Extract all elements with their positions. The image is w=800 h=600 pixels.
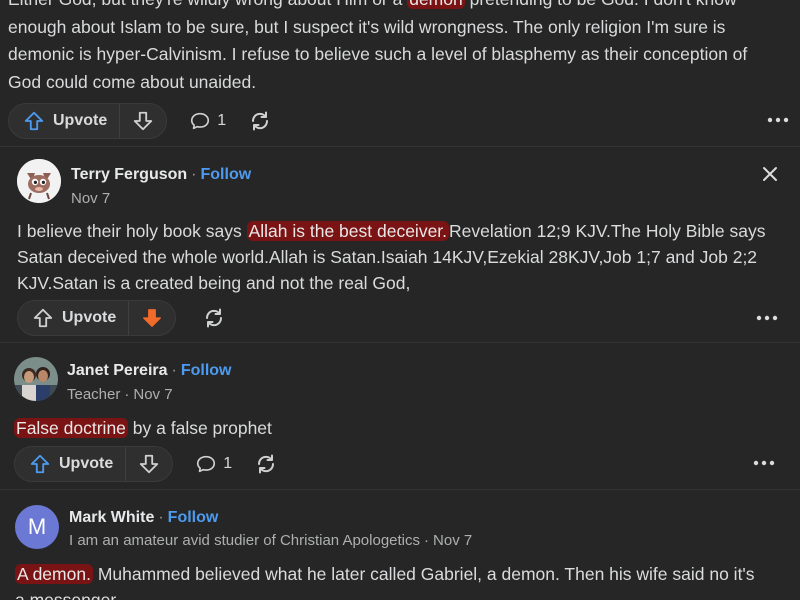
vote-pill: Upvote bbox=[17, 300, 177, 336]
downvote-button[interactable] bbox=[120, 104, 166, 138]
comment-line: Satan deceived the whole world.Allah is … bbox=[17, 247, 758, 267]
downvote-button-active[interactable] bbox=[129, 301, 175, 335]
close-icon[interactable] bbox=[760, 164, 780, 189]
comment-count: 1 bbox=[223, 455, 233, 472]
comment-meta: I am an amateur avid studier of Christia… bbox=[69, 532, 472, 549]
cartoon-cat-avatar-icon bbox=[17, 159, 61, 203]
separator-dot: · bbox=[191, 166, 197, 183]
share-cycle-icon bbox=[252, 111, 269, 131]
author-name[interactable]: Terry Ferguson bbox=[71, 166, 187, 183]
highlighted-text: demon bbox=[407, 0, 465, 9]
upvote-button[interactable]: Upvote bbox=[15, 447, 127, 481]
comment-meta: Teacher · Nov 7 bbox=[67, 386, 173, 403]
parent-line: Either God, but they're wildly wrong abo… bbox=[8, 0, 798, 14]
share-button[interactable] bbox=[248, 109, 272, 133]
avatar-letter: M bbox=[27, 514, 47, 539]
downvote-arrow-icon bbox=[134, 111, 153, 131]
author-credential: Teacher bbox=[67, 386, 121, 403]
comment-line: A demon. Muhammed believed what he later… bbox=[15, 564, 755, 584]
highlighted-text: Allah is the best deceiver. bbox=[246, 221, 450, 241]
comment-bubble-icon bbox=[197, 455, 216, 473]
upvote-label: Upvote bbox=[62, 309, 117, 326]
upvote-button[interactable]: Upvote bbox=[18, 301, 130, 335]
parent-line: enough about Islam to be sure, but I sus… bbox=[8, 16, 726, 37]
parent-line: demonic is hyper-Calvinism. I refuse to … bbox=[8, 44, 748, 64]
follow-button[interactable]: Follow bbox=[201, 166, 252, 183]
upvote-arrow-icon bbox=[24, 111, 44, 131]
downvote-arrow-filled-icon bbox=[143, 309, 162, 327]
follow-button[interactable]: Follow bbox=[181, 362, 232, 379]
more-options-icon[interactable] bbox=[755, 308, 779, 333]
author-name[interactable]: Janet Pereira bbox=[67, 362, 168, 379]
comment-count: 1 bbox=[217, 112, 227, 129]
comment-button[interactable]: 1 bbox=[189, 110, 226, 132]
more-options-icon[interactable] bbox=[752, 453, 776, 478]
share-button[interactable] bbox=[202, 306, 226, 330]
comment-line: a messenger. bbox=[15, 590, 121, 600]
comment-action-bar: Upvote 1 bbox=[14, 446, 278, 482]
downvote-arrow-icon bbox=[140, 454, 159, 474]
upvote-label: Upvote bbox=[53, 112, 108, 129]
comment-date[interactable]: Nov 7 bbox=[71, 190, 110, 207]
follow-button[interactable]: Follow bbox=[168, 509, 219, 526]
parent-answer: Either God, but they're wildly wrong abo… bbox=[0, 0, 800, 146]
comment-meta: Nov 7 bbox=[71, 190, 110, 207]
comment-author-line: Janet Pereira · Follow bbox=[67, 362, 232, 380]
vote-pill: Upvote bbox=[14, 446, 174, 482]
comment-date[interactable]: Nov 7 bbox=[433, 532, 472, 549]
avatar[interactable] bbox=[17, 159, 61, 203]
parent-action-bar: Upvote 1 bbox=[8, 103, 272, 139]
upvote-arrow-icon bbox=[33, 308, 53, 328]
parent-line: God could come about unaided. bbox=[8, 71, 257, 92]
comment-button[interactable]: 1 bbox=[195, 453, 232, 475]
comment-line: I believe their holy book says Allah is … bbox=[17, 221, 766, 241]
comment-body: False doctrine by a false prophet bbox=[14, 415, 789, 441]
comment-line: False doctrine by a false prophet bbox=[14, 418, 272, 438]
comment-card: Terry Ferguson · Follow Nov 7 I believe th… bbox=[0, 146, 800, 342]
profile-photo-icon bbox=[14, 357, 58, 401]
share-cycle-icon bbox=[258, 454, 275, 474]
comment-body: A demon. Muhammed believed what he later… bbox=[15, 561, 795, 600]
separator-dot: · bbox=[158, 509, 164, 526]
author-name[interactable]: Mark White bbox=[69, 509, 154, 526]
separator-dot: · bbox=[424, 532, 430, 549]
comment-body: I believe their holy book says Allah is … bbox=[17, 218, 792, 296]
upvote-arrow-icon bbox=[30, 454, 50, 474]
comment-card: Janet Pereira · Follow Teacher · Nov 7 False… bbox=[0, 342, 800, 489]
highlighted-text: A demon. bbox=[15, 564, 93, 584]
more-options-icon[interactable] bbox=[766, 110, 790, 135]
comment-card: M Mark White · Follow I am an amateur avid… bbox=[0, 489, 800, 600]
share-cycle-icon bbox=[206, 308, 223, 328]
vote-pill: Upvote bbox=[8, 103, 168, 139]
highlighted-text: False doctrine bbox=[14, 418, 128, 438]
comment-action-bar: Upvote bbox=[17, 300, 226, 336]
author-credential: I am an amateur avid studier of Christia… bbox=[69, 532, 421, 549]
share-button[interactable] bbox=[254, 452, 278, 476]
comment-line: KJV.Satan is a created being and not the… bbox=[17, 273, 411, 293]
downvote-button[interactable] bbox=[126, 447, 172, 481]
avatar[interactable] bbox=[14, 357, 58, 401]
comment-author-line: Mark White · Follow bbox=[69, 509, 218, 527]
upvote-label: Upvote bbox=[59, 455, 114, 472]
separator-dot: · bbox=[171, 362, 177, 379]
separator-dot: · bbox=[124, 386, 130, 403]
comment-bubble-icon bbox=[191, 112, 210, 130]
comment-author-line: Terry Ferguson · Follow bbox=[71, 166, 251, 184]
comment-date[interactable]: Nov 7 bbox=[133, 386, 172, 403]
upvote-button[interactable]: Upvote bbox=[9, 104, 121, 138]
avatar[interactable]: M bbox=[15, 505, 59, 549]
parent-answer-text: Either God, but they're wildly wrong abo… bbox=[8, 0, 798, 96]
